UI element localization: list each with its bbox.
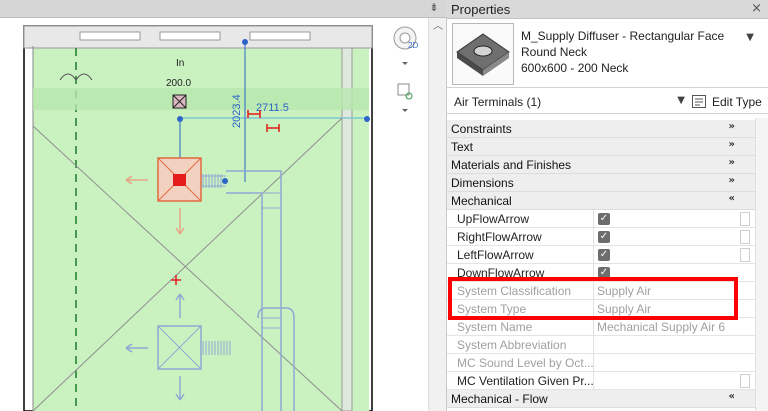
column-divider [593, 210, 594, 228]
group-text[interactable]: Text » [447, 138, 755, 156]
properties-title: Properties [451, 2, 511, 17]
group-dimensions[interactable]: Dimensions » [447, 174, 755, 192]
group-label: Constraints [451, 122, 512, 136]
navigation-bar: 2D [388, 22, 428, 122]
group-constraints[interactable]: Constraints » [447, 120, 755, 138]
group-mechanical-flow[interactable]: Mechanical - Flow « [447, 390, 755, 408]
group-label: Dimensions [451, 176, 514, 190]
chevron-down-icon: ▼ [677, 95, 685, 106]
column-divider [593, 354, 594, 372]
group-label: Text [451, 140, 474, 154]
group-label: Mechanical - Flow [451, 392, 548, 406]
param-left-flow-arrow: LeftFlowArrow ✓ [447, 246, 755, 264]
property-grid-scrollbar[interactable] [755, 118, 768, 411]
floor-plan-canvas[interactable]: In 200.0 2023.4 2711.5 [0, 18, 447, 411]
annotation-highlight-box [448, 277, 738, 320]
tag-elevation: 200.0 [166, 78, 191, 89]
steering-wheel-badge: 2D [408, 41, 418, 50]
checkbox-checked[interactable]: ✓ [598, 213, 610, 225]
expand-icon[interactable]: » [729, 157, 735, 168]
param-system-name: System Name Mechanical Supply Air 6 [447, 318, 755, 336]
group-label: Materials and Finishes [451, 158, 572, 172]
dimension-text-vertical[interactable]: 2023.4 [231, 94, 243, 128]
group-mechanical[interactable]: Mechanical « [447, 192, 755, 210]
navbar-dropdown-icon[interactable] [402, 62, 408, 65]
column-divider [593, 228, 594, 246]
selected-diffuser-center[interactable] [173, 174, 186, 186]
view-toolbar: ⇟ [0, 0, 447, 18]
ceiling-band [33, 88, 369, 110]
param-name: MC Ventilation Given Pr... [457, 374, 593, 388]
dimension-text-horizontal[interactable]: 2711.5 [256, 102, 289, 114]
filter-row: Air Terminals (1) ▼ Edit Type [447, 90, 768, 114]
app-window: ⇟ In 200.0 2023.4 2711.5 2D ︿ Properties… [0, 0, 768, 411]
associate-parameter-button[interactable] [740, 374, 750, 388]
tag-in: In [176, 58, 184, 69]
diffuser-thumbnail [452, 23, 514, 85]
collapse-icon[interactable]: « [729, 391, 735, 402]
column-divider [593, 372, 594, 390]
column-divider [593, 336, 594, 354]
type-dropdown-icon[interactable]: ▼ [746, 32, 754, 43]
checkbox-checked[interactable]: ✓ [598, 249, 610, 261]
expand-icon[interactable]: » [729, 139, 735, 150]
param-mc-ventilation: MC Ventilation Given Pr... [447, 372, 755, 390]
scroll-up-icon[interactable]: ︿ [429, 20, 447, 34]
element-filter-label: Air Terminals (1) [454, 95, 542, 109]
drawing-viewport[interactable]: ⇟ In 200.0 2023.4 2711.5 2D ︿ [0, 0, 447, 411]
param-name: System Abbreviation [457, 338, 567, 352]
expand-icon[interactable]: » [729, 175, 735, 186]
expand-icon[interactable]: » [729, 121, 735, 132]
param-system-abbreviation: System Abbreviation [447, 336, 755, 354]
associate-parameter-button[interactable] [740, 212, 750, 226]
wall-window [159, 31, 221, 41]
group-label: Mechanical [451, 194, 512, 208]
type-selector[interactable]: M_Supply Diffuser - Rectangular Face Rou… [447, 20, 768, 88]
view-menu-icon[interactable]: ⇟ [427, 1, 441, 15]
close-icon[interactable]: × [751, 1, 762, 16]
edit-type-label: Edit Type [712, 95, 762, 109]
param-name: MC Sound Level by Oct... [457, 356, 593, 370]
zoom-dropdown-icon[interactable] [402, 109, 408, 112]
param-name: System Name [457, 320, 533, 334]
param-value: Mechanical Supply Air 6 [597, 320, 726, 334]
checkbox-checked[interactable]: ✓ [598, 231, 610, 243]
collapse-icon[interactable]: « [729, 193, 735, 204]
associate-parameter-button[interactable] [740, 248, 750, 262]
param-right-flow-arrow: RightFlowArrow ✓ [447, 228, 755, 246]
column-divider [593, 246, 594, 264]
param-name: UpFlowArrow [457, 212, 530, 226]
vertical-scrollbar[interactable]: ︿ [428, 18, 446, 411]
associate-parameter-button[interactable] [740, 230, 750, 244]
param-name: RightFlowArrow [457, 230, 542, 244]
dimension-grip[interactable] [364, 116, 370, 122]
properties-panel: Properties × M_Supply Diffuser - Rectang… [447, 0, 768, 411]
param-mc-sound-level: MC Sound Level by Oct... [447, 354, 755, 372]
dimension-grip[interactable] [242, 39, 248, 45]
edit-type-button[interactable]: Edit Type [690, 92, 766, 112]
param-name: LeftFlowArrow [457, 248, 534, 262]
properties-title-bar: Properties × [447, 0, 768, 19]
type-family-name: M_Supply Diffuser - Rectangular Face Rou… [521, 29, 725, 59]
flex-duct-coil [202, 174, 222, 188]
edit-type-icon [692, 95, 706, 108]
element-filter-dropdown[interactable]: Air Terminals (1) ▼ [450, 92, 685, 112]
property-grid: Constraints » Text » Materials and Finis… [447, 118, 768, 411]
wall-window [79, 31, 141, 41]
dimension-grip[interactable] [222, 178, 228, 184]
wall-window [249, 31, 311, 41]
type-size: 600x600 - 200 Neck [521, 61, 629, 75]
param-up-flow-arrow: UpFlowArrow ✓ [447, 210, 755, 228]
group-materials[interactable]: Materials and Finishes » [447, 156, 755, 174]
column-divider [593, 318, 594, 336]
